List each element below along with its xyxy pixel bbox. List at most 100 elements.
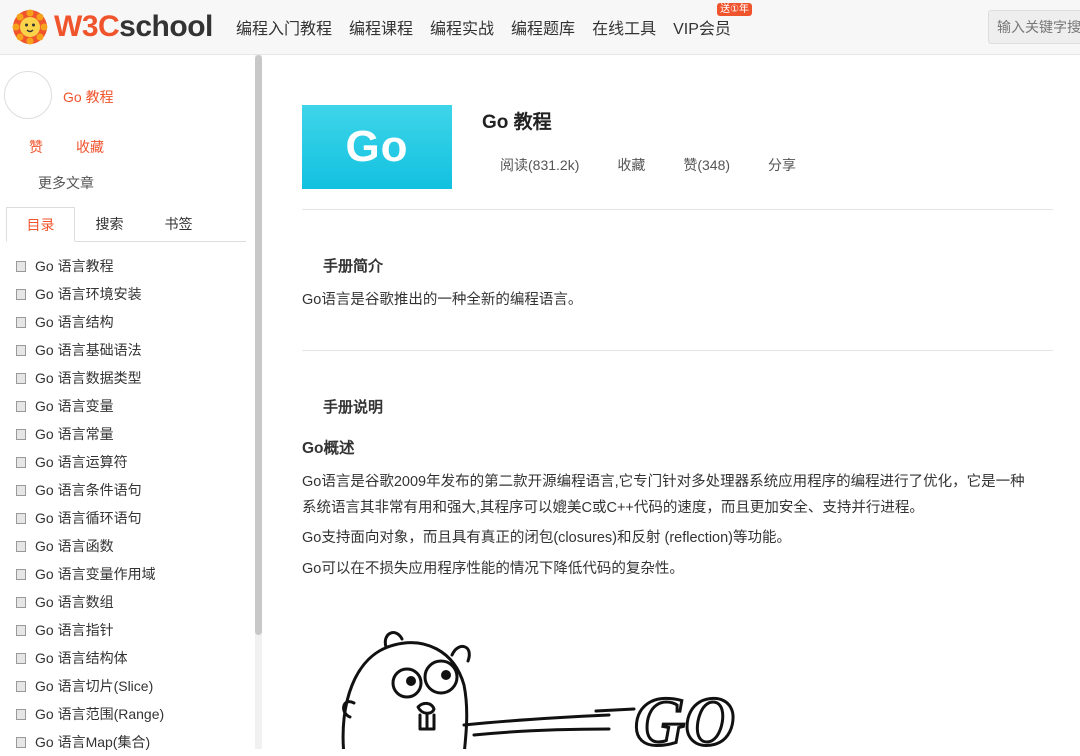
document-icon bbox=[16, 736, 26, 748]
tab-toc[interactable]: 目录 bbox=[6, 207, 75, 242]
tab-bookmarks[interactable]: 书签 bbox=[144, 207, 213, 241]
toc-item-label: Go 语言常量 bbox=[35, 426, 114, 442]
go-text-illustration: GO bbox=[634, 684, 735, 749]
document-icon bbox=[16, 652, 26, 664]
overview-paragraph-1-line-1: Go语言是谷歌2009年发布的第二款开源编程语言,它专门针对多处理器系统应用程序… bbox=[302, 474, 1025, 490]
sidebar-favorite-button[interactable]: 收藏 bbox=[76, 137, 104, 157]
document-icon bbox=[16, 344, 26, 356]
overview-paragraph-2: Go支持面向对象，而且具有真正的闭包(closures)和反射 (reflect… bbox=[302, 530, 792, 546]
toc-item-label: Go 语言条件语句 bbox=[35, 482, 142, 498]
toc-item-label: Go 语言教程 bbox=[35, 258, 114, 274]
toc-item-label: Go 语言数据类型 bbox=[35, 370, 142, 386]
toc-item[interactable]: Go 语言指针 bbox=[16, 616, 164, 644]
document-icon bbox=[16, 484, 26, 496]
divider bbox=[302, 209, 1053, 210]
vip-promo-badge: 送①年 bbox=[717, 3, 753, 16]
toc-list: Go 语言教程 Go 语言环境安装 Go 语言结构 Go 语言基础语法 Go 语… bbox=[16, 252, 164, 756]
nav-item-intro-tutorials[interactable]: 编程入门教程 bbox=[236, 15, 332, 39]
overview-paragraph-3: Go可以在不损失应用程序性能的情况下降低代码的复杂性。 bbox=[302, 561, 684, 577]
nav-item-online-tools[interactable]: 在线工具 bbox=[592, 15, 656, 39]
toc-item-label: Go 语言结构体 bbox=[35, 650, 128, 666]
document-icon bbox=[16, 456, 26, 468]
logo-text-suffix: school bbox=[119, 10, 213, 43]
document-icon bbox=[16, 680, 26, 692]
sidebar-like-button[interactable]: 赞 bbox=[29, 137, 43, 157]
page-title: Go 教程 bbox=[482, 112, 552, 133]
more-articles-link[interactable]: 更多文章 bbox=[38, 173, 94, 193]
nav-item-question-bank[interactable]: 编程题库 bbox=[511, 15, 575, 39]
sidebar-scrollbar[interactable] bbox=[255, 55, 262, 749]
toc-item-label: Go 语言切片(Slice) bbox=[35, 678, 154, 694]
logo-text: W3Cschool bbox=[54, 10, 213, 44]
document-icon bbox=[16, 568, 26, 580]
toc-item[interactable]: Go 语言环境安装 bbox=[16, 280, 164, 308]
nav-item-vip[interactable]: VIP会员 送①年 bbox=[673, 3, 753, 39]
toc-item[interactable]: Go 语言基础语法 bbox=[16, 336, 164, 364]
toc-item[interactable]: Go 语言常量 bbox=[16, 420, 164, 448]
toc-item[interactable]: Go 语言函数 bbox=[16, 532, 164, 560]
toc-item[interactable]: Go 语言结构体 bbox=[16, 644, 164, 672]
toc-item[interactable]: Go 语言变量作用域 bbox=[16, 560, 164, 588]
go-gopher-illustration: GO bbox=[341, 631, 737, 749]
tab-search[interactable]: 搜索 bbox=[75, 207, 144, 241]
nav-item-practice[interactable]: 编程实战 bbox=[430, 15, 494, 39]
toc-item[interactable]: Go 语言结构 bbox=[16, 308, 164, 336]
overview-paragraph-1: Go语言是谷歌2009年发布的第二款开源编程语言,它专门针对多处理器系统应用程序… bbox=[302, 469, 1054, 521]
toc-item-label: Go 语言变量作用域 bbox=[35, 566, 156, 582]
lion-logo-icon bbox=[12, 9, 48, 45]
sidebar-scroll-thumb[interactable] bbox=[255, 55, 262, 635]
top-navbar: W3Cschool 编程入门教程 编程课程 编程实战 编程题库 在线工具 VIP… bbox=[0, 0, 1080, 55]
toc-item[interactable]: Go 语言条件语句 bbox=[16, 476, 164, 504]
toc-item-label: Go 语言指针 bbox=[35, 622, 114, 638]
document-icon bbox=[16, 260, 26, 272]
favorite-button[interactable]: 收藏 bbox=[617, 155, 645, 175]
toc-item-label: Go 语言循环语句 bbox=[35, 510, 142, 526]
intro-heading: 手册简介 bbox=[323, 258, 384, 275]
search-input[interactable] bbox=[988, 10, 1080, 44]
book-cover-image: Go bbox=[302, 105, 452, 189]
toc-item[interactable]: Go 语言数据类型 bbox=[16, 364, 164, 392]
toc-item[interactable]: Go 语言运算符 bbox=[16, 448, 164, 476]
document-icon bbox=[16, 596, 26, 608]
toc-item-label: Go 语言变量 bbox=[35, 398, 114, 414]
document-icon bbox=[16, 316, 26, 328]
logo-text-prefix: W3C bbox=[54, 10, 120, 43]
overview-paragraph-1-line-2: 系统语言其非常有用和强大,其程序可以媲美C或C++代码的速度，而且更加安全、支持… bbox=[302, 500, 924, 516]
book-avatar bbox=[4, 71, 52, 119]
document-icon bbox=[16, 428, 26, 440]
document-icon bbox=[16, 540, 26, 552]
toc-item[interactable]: Go 语言循环语句 bbox=[16, 504, 164, 532]
document-icon bbox=[16, 512, 26, 524]
share-button[interactable]: 分享 bbox=[768, 155, 796, 175]
toc-item[interactable]: Go 语言教程 bbox=[16, 252, 164, 280]
main-nav: 编程入门教程 编程课程 编程实战 编程题库 在线工具 VIP会员 送①年 bbox=[236, 0, 753, 54]
sidebar: Go 教程 赞 收藏 更多文章 目录 搜索 书签 Go 语言教程 Go 语言环境… bbox=[0, 55, 262, 750]
toc-item-label: Go 语言范围(Range) bbox=[35, 706, 165, 722]
toc-item[interactable]: Go 语言范围(Range) bbox=[16, 700, 164, 728]
toc-item[interactable]: Go 语言Map(集合) bbox=[16, 728, 164, 756]
divider bbox=[302, 350, 1053, 351]
overview-heading: Go概述 bbox=[302, 440, 355, 457]
book-stats: 阅读(831.2k) 收藏 赞(348) 分享 bbox=[500, 155, 834, 175]
document-icon bbox=[16, 400, 26, 412]
toc-item-label: Go 语言数组 bbox=[35, 594, 114, 610]
toc-item[interactable]: Go 语言切片(Slice) bbox=[16, 672, 164, 700]
main-content: Go Go 教程 阅读(831.2k) 收藏 赞(348) 分享 手册简介 Go… bbox=[262, 55, 1080, 749]
sidebar-book-title[interactable]: Go 教程 bbox=[63, 87, 114, 107]
toc-item[interactable]: Go 语言变量 bbox=[16, 392, 164, 420]
site-logo[interactable]: W3Cschool bbox=[12, 8, 213, 46]
toc-item-label: Go 语言结构 bbox=[35, 314, 114, 330]
toc-item-label: Go 语言Map(集合) bbox=[35, 734, 151, 750]
read-count: 阅读(831.2k) bbox=[500, 157, 580, 173]
intro-text: Go语言是谷歌推出的一种全新的编程语言。 bbox=[302, 292, 583, 308]
nav-item-vip-label: VIP会员 bbox=[673, 21, 731, 38]
document-icon bbox=[16, 372, 26, 384]
toc-item-label: Go 语言环境安装 bbox=[35, 286, 142, 302]
document-icon bbox=[16, 708, 26, 720]
toc-item-label: Go 语言基础语法 bbox=[35, 342, 142, 358]
toc-item[interactable]: Go 语言数组 bbox=[16, 588, 164, 616]
like-button[interactable]: 赞(348) bbox=[683, 155, 730, 175]
manual-heading: 手册说明 bbox=[323, 399, 384, 416]
nav-item-courses[interactable]: 编程课程 bbox=[349, 15, 413, 39]
document-icon bbox=[16, 288, 26, 300]
